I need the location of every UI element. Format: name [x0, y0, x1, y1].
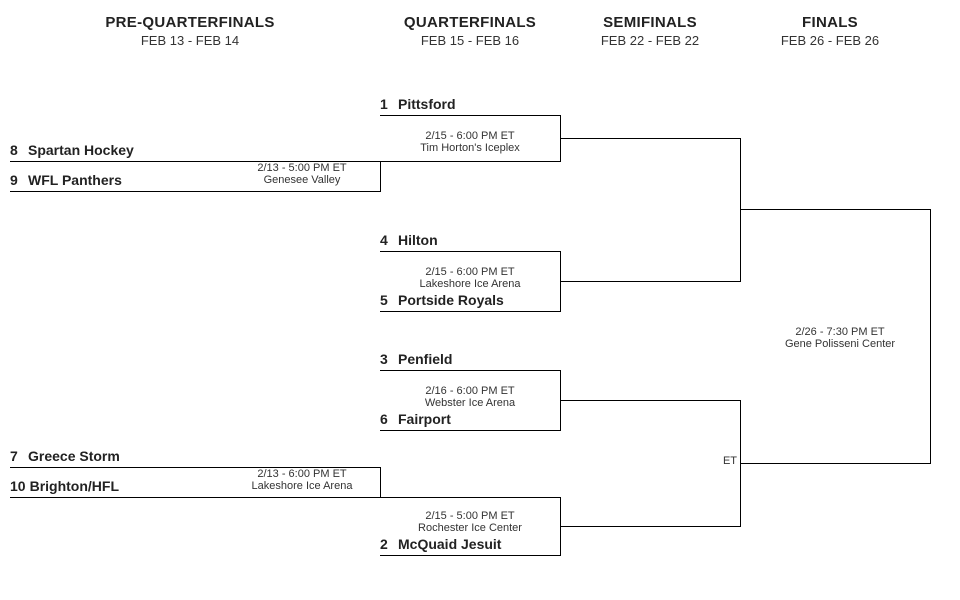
bracket-line: [560, 138, 740, 139]
seed: 8: [10, 142, 24, 158]
team-name: Hilton: [398, 232, 438, 248]
team-name: Brighton/HFL: [30, 478, 119, 494]
team-name: Penfield: [398, 351, 452, 367]
match-time: 2/26 - 7:30 PM ET: [760, 326, 920, 338]
round-header-f: FINALS FEB 26 - FEB 26: [740, 14, 920, 48]
seed: 3: [380, 351, 394, 367]
match-info-pq1: 2/13 - 5:00 PM ET Genesee Valley: [232, 162, 372, 186]
round-title: SEMIFINALS: [560, 14, 740, 31]
bracket-line: [740, 209, 930, 210]
bracket-line: [380, 370, 560, 371]
match-time: 2/15 - 6:00 PM ET: [400, 266, 540, 278]
seed: 7: [10, 448, 24, 464]
match-time: 2/16 - 6:00 PM ET: [400, 385, 540, 397]
bracket-line: [740, 138, 741, 282]
bracket-line: [380, 115, 560, 116]
bracket-line: [740, 463, 930, 464]
bracket-line: [10, 161, 220, 162]
match-info-final: 2/26 - 7:30 PM ET Gene Polisseni Center: [760, 326, 920, 350]
bracket-line: [380, 430, 560, 431]
match-info-qf3: 2/16 - 6:00 PM ET Webster Ice Arena: [400, 385, 540, 409]
seed: 1: [380, 96, 394, 112]
seed: 4: [380, 232, 394, 248]
round-title: PRE-QUARTERFINALS: [0, 14, 380, 31]
team-qf3-top: 3Penfield: [380, 351, 452, 371]
bracket-line: [380, 467, 381, 498]
match-venue: Lakeshore Ice Arena: [400, 278, 540, 290]
bracket-line: [380, 161, 560, 162]
team-pq1-bot: 9WFL Panthers: [10, 172, 122, 192]
team-pq1-top: 8Spartan Hockey: [10, 142, 134, 162]
match-info-sf2: ET: [700, 455, 760, 467]
team-qf4-bot: 2McQuaid Jesuit: [380, 536, 501, 556]
team-name: WFL Panthers: [28, 172, 122, 188]
bracket-line: [10, 467, 220, 468]
round-dates: FEB 26 - FEB 26: [740, 33, 920, 48]
bracket-line: [560, 281, 740, 282]
round-title: FINALS: [740, 14, 920, 31]
match-time: 2/13 - 6:00 PM ET: [232, 468, 372, 480]
team-name: McQuaid Jesuit: [398, 536, 501, 552]
match-venue: Tim Horton's Iceplex: [400, 142, 540, 154]
round-dates: FEB 15 - FEB 16: [380, 33, 560, 48]
match-time: 2/15 - 6:00 PM ET: [400, 130, 540, 142]
bracket-line: [10, 497, 380, 498]
round-header-sf: SEMIFINALS FEB 22 - FEB 22: [560, 14, 740, 48]
bracket-line: [930, 209, 931, 464]
round-header-pq: PRE-QUARTERFINALS FEB 13 - FEB 14: [0, 14, 380, 48]
bracket-line: [220, 161, 381, 162]
team-name: Portside Royals: [398, 292, 504, 308]
match-venue: Webster Ice Arena: [400, 397, 540, 409]
match-venue: Rochester Ice Center: [400, 522, 540, 534]
match-info-qf1: 2/15 - 6:00 PM ET Tim Horton's Iceplex: [400, 130, 540, 154]
team-name: Greece Storm: [28, 448, 120, 464]
team-qf2-top: 4Hilton: [380, 232, 438, 252]
team-pq2-bot: 10Brighton/HFL: [10, 478, 119, 498]
round-dates: FEB 22 - FEB 22: [560, 33, 740, 48]
bracket-line: [10, 191, 380, 192]
team-qf1-top: 1Pittsford: [380, 96, 456, 116]
match-time: ET: [700, 455, 760, 467]
bracket-line: [560, 400, 740, 401]
match-venue: Genesee Valley: [232, 174, 372, 186]
team-qf2-bot: 5Portside Royals: [380, 292, 504, 312]
team-name: Pittsford: [398, 96, 456, 112]
bracket-line: [560, 526, 740, 527]
seed: 2: [380, 536, 394, 552]
team-name: Fairport: [398, 411, 451, 427]
seed: 10: [10, 478, 26, 494]
seed: 6: [380, 411, 394, 427]
team-pq2-top: 7Greece Storm: [10, 448, 120, 468]
bracket-line: [380, 311, 560, 312]
bracket-line: [220, 467, 381, 468]
match-time: 2/13 - 5:00 PM ET: [232, 162, 372, 174]
bracket-line: [380, 161, 381, 192]
seed: 5: [380, 292, 394, 308]
match-venue: Lakeshore Ice Arena: [232, 480, 372, 492]
match-venue: Gene Polisseni Center: [760, 338, 920, 350]
seed: 9: [10, 172, 24, 188]
team-qf3-bot: 6Fairport: [380, 411, 451, 431]
round-header-qf: QUARTERFINALS FEB 15 - FEB 16: [380, 14, 560, 48]
bracket-line: [380, 251, 560, 252]
match-info-qf2: 2/15 - 6:00 PM ET Lakeshore Ice Arena: [400, 266, 540, 290]
round-title: QUARTERFINALS: [380, 14, 560, 31]
match-info-qf4: 2/15 - 5:00 PM ET Rochester Ice Center: [400, 510, 540, 534]
match-time: 2/15 - 5:00 PM ET: [400, 510, 540, 522]
match-info-pq2: 2/13 - 6:00 PM ET Lakeshore Ice Arena: [232, 468, 372, 492]
bracket-line: [380, 555, 560, 556]
bracket-line: [380, 497, 560, 498]
round-dates: FEB 13 - FEB 14: [0, 33, 380, 48]
team-name: Spartan Hockey: [28, 142, 134, 158]
